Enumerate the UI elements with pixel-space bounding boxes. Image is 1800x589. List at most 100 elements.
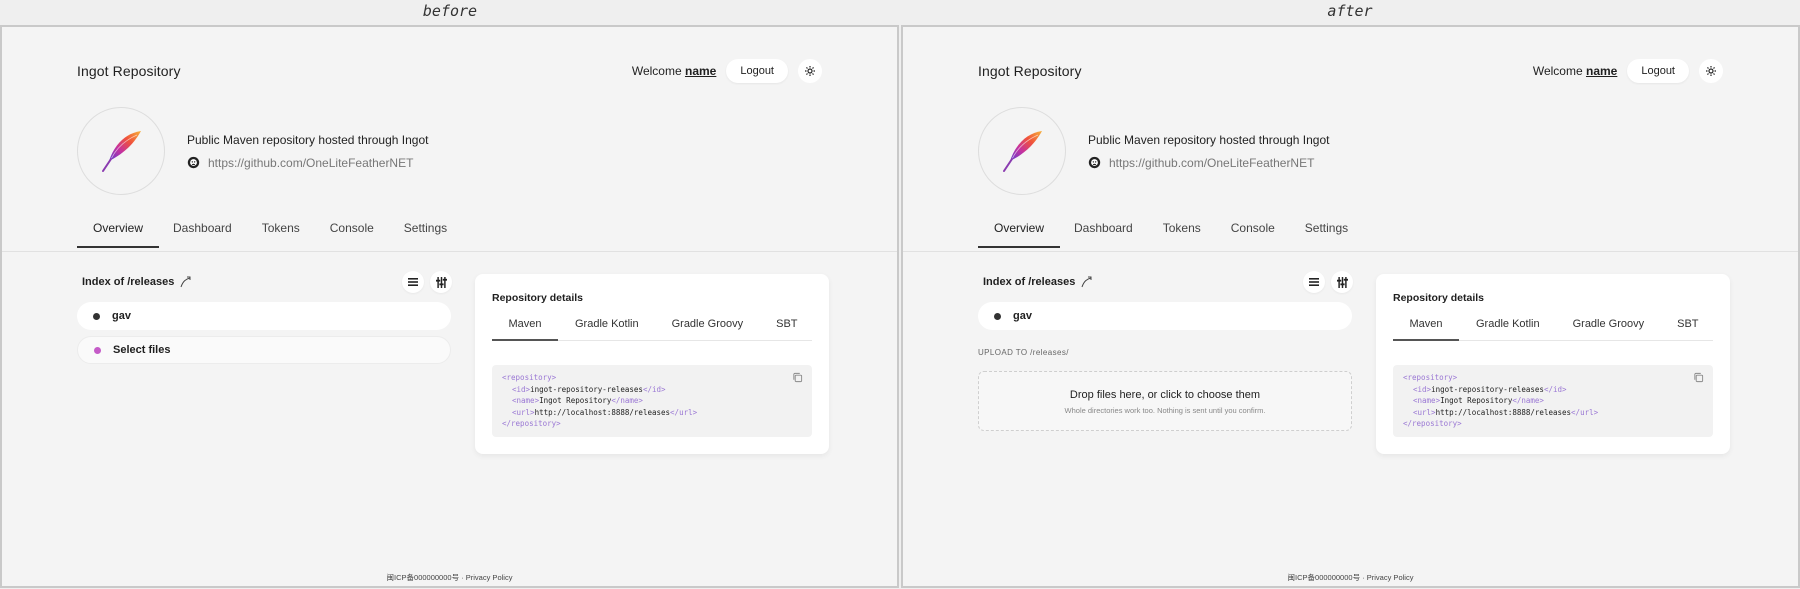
select-files-button[interactable]: Select files [77,336,451,364]
profile-section: Public Maven repository hosted through I… [978,107,1329,195]
tab-tokens[interactable]: Tokens [1163,221,1201,247]
index-title-text: Index of /releases [82,276,175,288]
feather-logo-icon [1003,131,1042,172]
user-name-link[interactable]: name [685,64,716,78]
icp-link[interactable]: 闽ICP备000000000号 [1288,573,1361,582]
index-title: Index of /releases [82,276,192,288]
footer-separator: · [461,573,464,582]
list-view-button[interactable] [402,271,424,293]
index-tools [1303,271,1353,293]
arrow-up-right-icon [1081,276,1092,288]
tab-settings[interactable]: Settings [404,221,447,247]
profile-description: Public Maven repository hosted through I… [187,133,428,170]
list-item-gav[interactable]: gav [77,302,451,330]
list-item-gav[interactable]: gav [978,302,1352,330]
tab-tokens[interactable]: Tokens [262,221,300,247]
privacy-policy-link[interactable]: Privacy Policy [466,573,513,582]
repo-link[interactable]: https://github.com/OneLiteFeatherNET [1109,156,1314,170]
top-bar: Ingot Repository Welcome name Logout [978,52,1723,90]
code-repo-open: <repository> [1403,373,1458,382]
list-icon [1309,278,1319,286]
code-url-value: http://localhost:8888/releases [534,407,671,417]
list-icon [408,278,418,286]
code-name-value: Ingot Repository [1440,396,1513,405]
sliders-icon [1336,276,1348,288]
details-title: Repository details [1393,292,1485,304]
code-repo-close: </repository> [502,419,561,428]
upload-target-label: UPLOAD TO /releases/ [978,348,1069,357]
tab-settings[interactable]: Settings [1305,221,1348,247]
code-url-open: <url> [512,407,535,417]
logout-button[interactable]: Logout [1627,59,1689,83]
code-name-close: </name> [611,396,643,405]
panel-after: Ingot Repository Welcome name Logout Pub… [901,25,1800,588]
tab-sbt[interactable]: SBT [1677,318,1698,340]
user-name-link[interactable]: name [1586,64,1617,78]
upload-dropzone[interactable]: Drop files here, or click to choose them… [978,371,1352,431]
tab-gradle-kotlin[interactable]: Gradle Kotlin [575,318,639,340]
logout-button[interactable]: Logout [726,59,788,83]
tab-maven[interactable]: Maven [492,318,558,341]
theme-toggle-button[interactable] [798,59,822,83]
code-id-open: <id> [512,384,531,394]
tab-console[interactable]: Console [330,221,374,247]
welcome-text: Welcome name [1533,64,1618,78]
tab-console[interactable]: Console [1231,221,1275,247]
tab-overview[interactable]: Overview [77,221,160,248]
brand-title: Ingot Repository [77,63,181,79]
caption-before: before [422,2,478,20]
select-files-label: Select files [113,344,171,356]
code-id-value: ingot-repository-releases [530,384,643,394]
repository-details-card: Repository details Maven Gradle Kotlin G… [475,274,829,454]
welcome-text: Welcome name [632,64,717,78]
tab-gradle-groovy[interactable]: Gradle Groovy [1573,318,1645,340]
index-header: Index of /releases [983,271,1353,293]
top-right: Welcome name Logout [1533,59,1723,83]
tab-gradle-kotlin[interactable]: Gradle Kotlin [1476,318,1540,340]
repo-link[interactable]: https://github.com/OneLiteFeatherNET [208,156,413,170]
privacy-policy-link[interactable]: Privacy Policy [1367,573,1414,582]
tab-sbt[interactable]: SBT [776,318,797,340]
filter-button[interactable] [1331,271,1353,293]
code-repo-close: </repository> [1403,419,1462,428]
brand-title: Ingot Repository [978,63,1082,79]
tab-dashboard[interactable]: Dashboard [173,221,232,247]
repo-description: Public Maven repository hosted through I… [187,132,429,147]
index-header: Index of /releases [82,271,452,293]
code-url-close: </url> [1571,407,1599,417]
tab-dashboard[interactable]: Dashboard [1074,221,1133,247]
caption-after: after [1327,2,1373,20]
tab-maven[interactable]: Maven [1393,318,1459,341]
code-url-value: http://localhost:8888/releases [1435,407,1572,417]
top-bar: Ingot Repository Welcome name Logout [77,52,822,90]
copy-icon[interactable] [792,372,803,383]
code-name-open: <name> [1413,396,1441,405]
sun-icon [1706,66,1716,76]
list-view-button[interactable] [1303,271,1325,293]
code-id-close: </id> [1543,384,1567,394]
dropzone-title: Drop files here, or click to choose them [1069,389,1261,401]
tabs-divider [2,251,897,252]
code-url-open: <url> [1413,407,1436,417]
code-id-value: ingot-repository-releases [1431,384,1544,394]
tab-gradle-groovy[interactable]: Gradle Groovy [672,318,744,340]
theme-toggle-button[interactable] [1699,59,1723,83]
top-right: Welcome name Logout [632,59,822,83]
code-repo-open: <repository> [502,373,557,382]
panel-before: Ingot Repository Welcome name Logout Pub… [0,25,899,588]
profile-description: Public Maven repository hosted through I… [1088,133,1329,170]
folder-dot-icon [93,312,100,320]
code-url-close: </url> [670,407,698,417]
footer: 闽ICP备000000000号 · Privacy Policy [903,572,1798,583]
repository-logo [978,107,1066,195]
footer-separator: · [1362,573,1365,582]
index-title: Index of /releases [983,276,1093,288]
copy-icon[interactable] [1693,372,1704,383]
welcome-prefix: Welcome [631,64,682,78]
main-tabs: Overview Dashboard Tokens Console Settin… [77,221,477,248]
sliders-icon [435,276,447,288]
filter-button[interactable] [430,271,452,293]
icp-link[interactable]: 闽ICP备000000000号 [387,573,460,582]
list-item-label: gav [112,310,131,322]
tab-overview[interactable]: Overview [978,221,1061,248]
